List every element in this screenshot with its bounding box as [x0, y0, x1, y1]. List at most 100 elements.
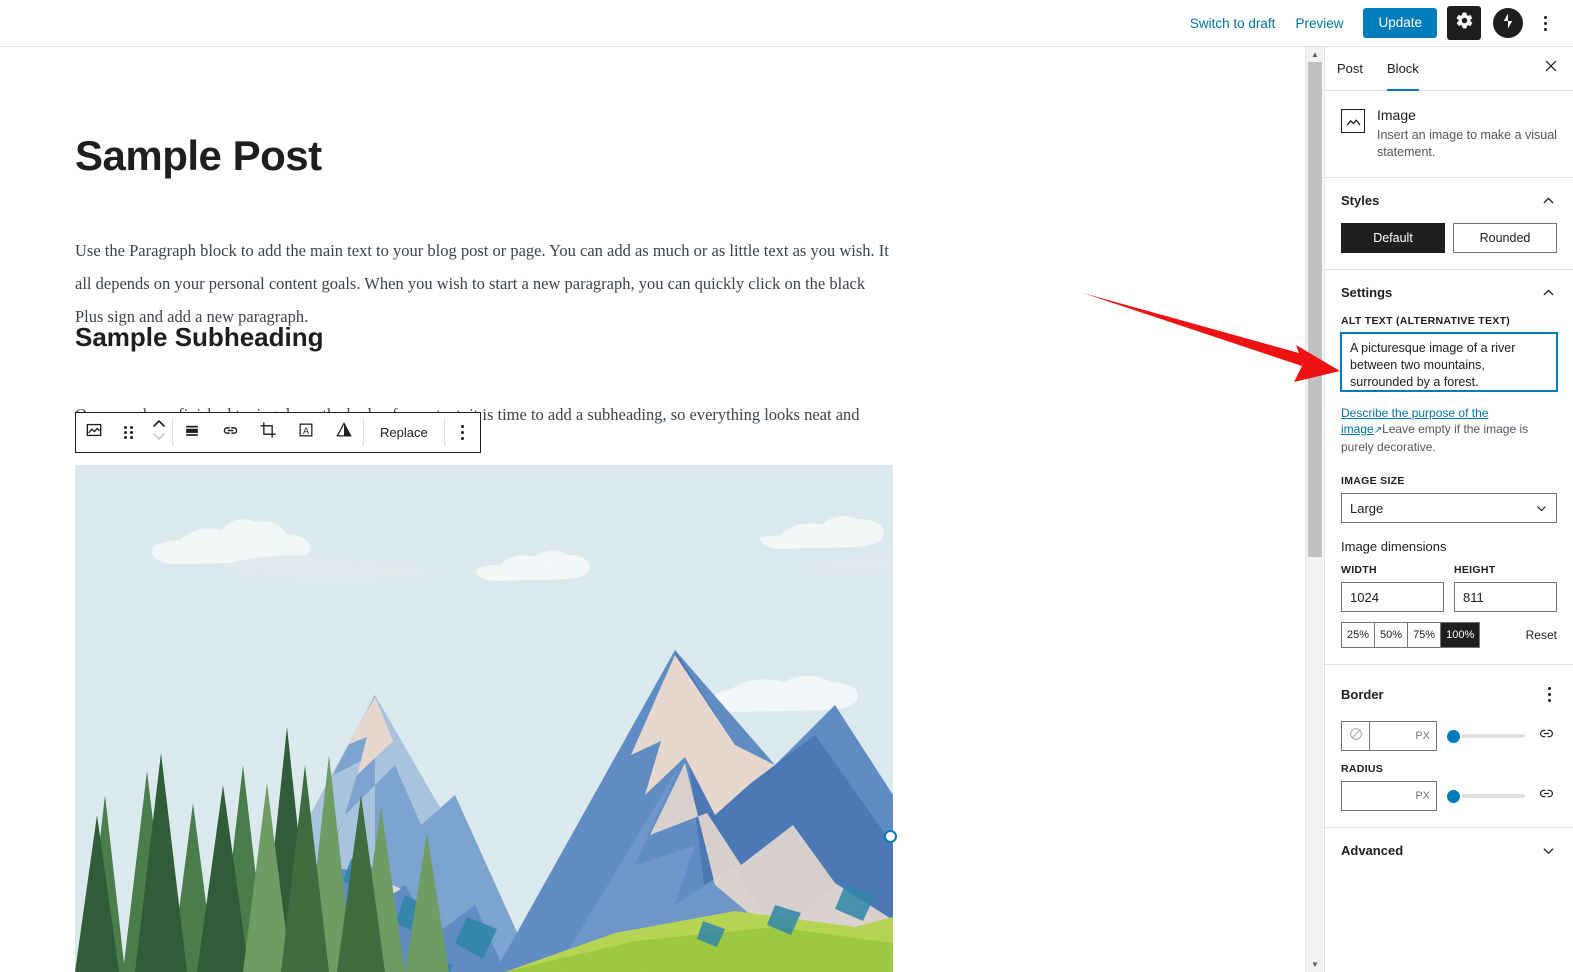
scale-50-button[interactable]: 50%	[1375, 623, 1409, 647]
block-toolbar: A Replace	[75, 412, 481, 453]
image-block-icon	[84, 420, 104, 445]
block-settings-sidebar: Post Block Image Insert an image to make…	[1324, 47, 1573, 972]
alt-text-input[interactable]	[1341, 333, 1557, 391]
canvas-scrollbar-thumb[interactable]	[1308, 62, 1322, 557]
width-input[interactable]: 1024	[1341, 582, 1444, 612]
style-option-rounded[interactable]: Rounded	[1453, 223, 1557, 253]
settings-panel-header[interactable]: Settings	[1325, 270, 1573, 315]
border-width-link-button[interactable]	[1535, 724, 1557, 748]
styles-panel-header[interactable]: Styles	[1325, 178, 1573, 223]
kebab-menu-icon	[1548, 685, 1551, 703]
update-button[interactable]: Update	[1363, 8, 1437, 38]
settings-gear-button[interactable]	[1447, 6, 1481, 40]
style-option-default[interactable]: Default	[1341, 223, 1445, 253]
chevron-down-icon	[1540, 842, 1557, 859]
image-scale-row: 25% 50% 75% 100% Reset	[1341, 622, 1557, 648]
image-size-label: IMAGE SIZE	[1341, 475, 1405, 487]
duotone-filter-icon	[334, 420, 354, 445]
scale-25-button[interactable]: 25%	[1342, 623, 1376, 647]
heading-block-subheading[interactable]: Sample Subheading	[75, 322, 324, 353]
top-bar-more-menu-button[interactable]	[1529, 6, 1561, 40]
block-more-options-button[interactable]	[445, 413, 480, 452]
external-link-icon: ↗	[1373, 425, 1383, 436]
move-up-down-icon	[152, 417, 166, 448]
tab-post[interactable]: Post	[1325, 47, 1375, 90]
switch-to-draft-button[interactable]: Switch to draft	[1180, 10, 1286, 37]
block-card-description: Insert an image to make a visual stateme…	[1377, 128, 1557, 159]
settings-panel-title: Settings	[1341, 285, 1393, 300]
border-radius-label: RADIUS	[1341, 763, 1384, 775]
tab-block[interactable]: Block	[1375, 47, 1431, 91]
slider-thumb[interactable]	[1447, 730, 1460, 743]
plugin-menu-button[interactable]	[1493, 8, 1523, 38]
border-color-swatch-button[interactable]	[1342, 722, 1370, 750]
image-size-select[interactable]: Large	[1341, 493, 1557, 523]
border-radius-control: PX	[1341, 781, 1437, 811]
reset-dimensions-button[interactable]: Reset	[1526, 628, 1557, 642]
border-panel: Border PX RADIUS PX	[1325, 665, 1573, 828]
add-text-over-image-icon: A	[296, 420, 316, 445]
slider-track	[1461, 794, 1525, 798]
scale-75-button[interactable]: 75%	[1408, 623, 1442, 647]
block-type-button[interactable]	[76, 413, 111, 452]
advanced-panel: Advanced	[1325, 828, 1573, 873]
editor-top-bar: Switch to draft Preview Update	[0, 0, 1573, 47]
scroll-up-arrow-icon[interactable]: ▲	[1306, 47, 1324, 62]
close-sidebar-button[interactable]	[1529, 47, 1573, 90]
border-radius-input[interactable]: PX	[1342, 782, 1436, 810]
unlink-icon	[1537, 724, 1556, 748]
image-block-icon	[1341, 109, 1365, 133]
image-size-field: IMAGE SIZE Large	[1341, 475, 1557, 523]
slider-track	[1461, 734, 1525, 738]
border-radius-link-button[interactable]	[1535, 784, 1557, 808]
preview-button[interactable]: Preview	[1285, 10, 1353, 37]
gear-icon	[1455, 11, 1474, 35]
image-resize-handle[interactable]	[884, 830, 897, 843]
duotone-filter-button[interactable]	[325, 413, 363, 452]
post-title[interactable]: Sample Post	[75, 132, 322, 180]
border-more-options-button[interactable]	[1542, 681, 1557, 707]
settings-panel-body: ALT TEXT (ALTERNATIVE TEXT) Describe the…	[1325, 315, 1573, 664]
link-icon	[220, 420, 241, 446]
advanced-panel-header[interactable]: Advanced	[1325, 828, 1573, 873]
alt-text-help: Describe the purpose of the image↗Leave …	[1341, 405, 1557, 455]
image-size-select-wrapper: Large	[1341, 493, 1557, 523]
drag-handle-button[interactable]	[111, 413, 146, 452]
image-dimensions-fields: WIDTH 1024 HEIGHT 811	[1341, 564, 1557, 612]
add-text-over-image-button[interactable]: A	[287, 413, 325, 452]
mountain-river-illustration	[75, 465, 893, 972]
height-label: HEIGHT	[1454, 564, 1496, 576]
border-width-slider[interactable]	[1447, 729, 1525, 743]
chevron-up-icon	[1540, 192, 1557, 209]
width-label: WIDTH	[1341, 564, 1377, 576]
styles-options: Default Rounded	[1325, 223, 1573, 269]
border-panel-header: Border	[1341, 681, 1557, 721]
canvas-scrollbar[interactable]: ▲ ▼	[1305, 47, 1323, 972]
paragraph-block-1[interactable]: Use the Paragraph block to add the main …	[75, 234, 895, 333]
image-dimensions-label: Image dimensions	[1341, 539, 1447, 554]
kebab-menu-icon	[460, 424, 464, 442]
scroll-down-arrow-icon[interactable]: ▼	[1306, 957, 1324, 972]
border-width-control: PX	[1341, 721, 1437, 751]
block-mover-button[interactable]	[146, 417, 172, 448]
border-width-input[interactable]: PX	[1370, 722, 1436, 750]
unlink-icon	[1537, 784, 1556, 808]
border-radius-row: PX	[1341, 781, 1557, 811]
chevron-up-icon	[1540, 284, 1557, 301]
link-button[interactable]	[211, 413, 249, 452]
align-button[interactable]	[173, 413, 211, 452]
close-icon	[1543, 58, 1559, 79]
border-radius-slider[interactable]	[1447, 789, 1525, 803]
sidebar-tab-bar: Post Block	[1325, 47, 1573, 91]
crop-button[interactable]	[249, 413, 287, 452]
border-panel-title: Border	[1341, 686, 1384, 702]
crop-icon	[258, 420, 278, 445]
editor-canvas[interactable]: Sample Post Use the Paragraph block to a…	[0, 47, 1305, 972]
scale-100-button[interactable]: 100%	[1441, 623, 1480, 647]
image-block[interactable]	[75, 465, 893, 972]
alt-text-label: ALT TEXT (ALTERNATIVE TEXT)	[1341, 315, 1511, 327]
slider-thumb[interactable]	[1447, 790, 1460, 803]
kebab-menu-icon	[1543, 14, 1547, 32]
replace-button[interactable]: Replace	[364, 413, 444, 452]
height-input[interactable]: 811	[1454, 582, 1557, 612]
